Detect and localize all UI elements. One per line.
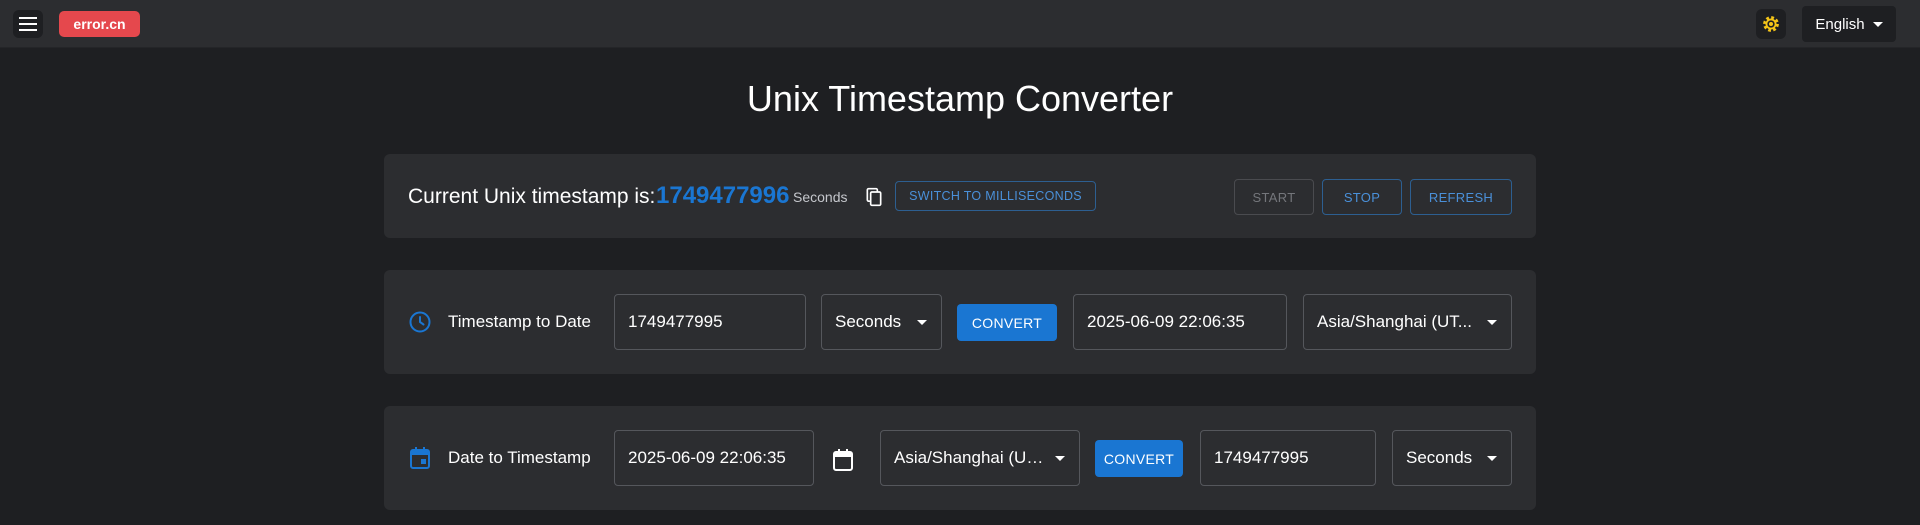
sun-gear-icon (1763, 16, 1779, 32)
result-timezone-select[interactable]: Asia/Shanghai (UT... (1303, 294, 1512, 350)
date-picker-button[interactable] (829, 446, 857, 474)
current-timestamp-label: Current Unix timestamp is: (408, 185, 656, 208)
caret-down-icon (1487, 456, 1497, 461)
current-timestamp-card: Current Unix timestamp is: 1749477996 Se… (384, 154, 1536, 238)
caret-down-icon (1487, 320, 1497, 325)
page-title: Unix Timestamp Converter (746, 78, 1174, 119)
caret-down-icon (917, 320, 927, 325)
convert-date-button[interactable]: CONVERT (1095, 440, 1183, 477)
date-input[interactable]: 2025-06-09 22:06:35 (614, 430, 814, 486)
site-logo[interactable]: error.cn (59, 11, 140, 37)
input-timezone-select[interactable]: Asia/Shanghai (UT... (880, 430, 1080, 486)
date-to-timestamp-card: Date to Timestamp 2025-06-09 22:06:35 As… (384, 406, 1536, 510)
date-to-timestamp-label: Date to Timestamp (448, 448, 591, 467)
current-timestamp-value: 1749477996 (656, 182, 790, 209)
convert-timestamp-button[interactable]: CONVERT (957, 304, 1057, 341)
clock-icon (408, 310, 432, 334)
timestamp-result-field[interactable]: 1749477995 (1200, 430, 1376, 486)
date-result-value: 2025-06-09 22:06:35 (1087, 312, 1245, 331)
copy-button[interactable] (862, 185, 886, 209)
copy-icon (866, 187, 882, 207)
top-app-bar: error.cn English (0, 0, 1920, 48)
result-unit-select[interactable]: Seconds (1392, 430, 1512, 486)
input-timezone-value: Asia/Shanghai (UT... (894, 448, 1047, 467)
refresh-button[interactable]: REFRESH (1410, 179, 1512, 215)
language-label: English (1815, 15, 1865, 33)
caret-down-icon (1872, 21, 1883, 27)
timestamp-to-date-card: Timestamp to Date 1749477995 Seconds CON… (384, 270, 1536, 374)
timestamp-to-date-label: Timestamp to Date (448, 312, 591, 331)
stop-button[interactable]: STOP (1322, 179, 1402, 215)
timestamp-unit-value: Seconds (835, 312, 902, 331)
current-timestamp-unit: Seconds (793, 189, 848, 205)
language-selector[interactable]: English (1802, 6, 1896, 42)
switch-to-milliseconds-button[interactable]: SWITCH TO MILLISECONDS (895, 181, 1096, 211)
result-unit-value: Seconds (1406, 448, 1473, 467)
start-button[interactable]: START (1234, 179, 1314, 215)
date-input-value: 2025-06-09 22:06:35 (628, 448, 786, 467)
timestamp-input[interactable]: 1749477995 (614, 294, 806, 350)
menu-button[interactable] (13, 10, 43, 38)
menu-icon (19, 17, 37, 31)
calendar-icon (833, 449, 853, 471)
timestamp-result-value: 1749477995 (1214, 448, 1309, 467)
date-result-field[interactable]: 2025-06-09 22:06:35 (1073, 294, 1287, 350)
calendar-event-icon (408, 446, 432, 470)
result-timezone-value: Asia/Shanghai (UT... (1317, 312, 1472, 331)
timestamp-input-value: 1749477995 (628, 312, 723, 331)
theme-toggle-button[interactable] (1756, 9, 1786, 39)
timestamp-unit-select[interactable]: Seconds (821, 294, 942, 350)
caret-down-icon (1055, 456, 1065, 461)
